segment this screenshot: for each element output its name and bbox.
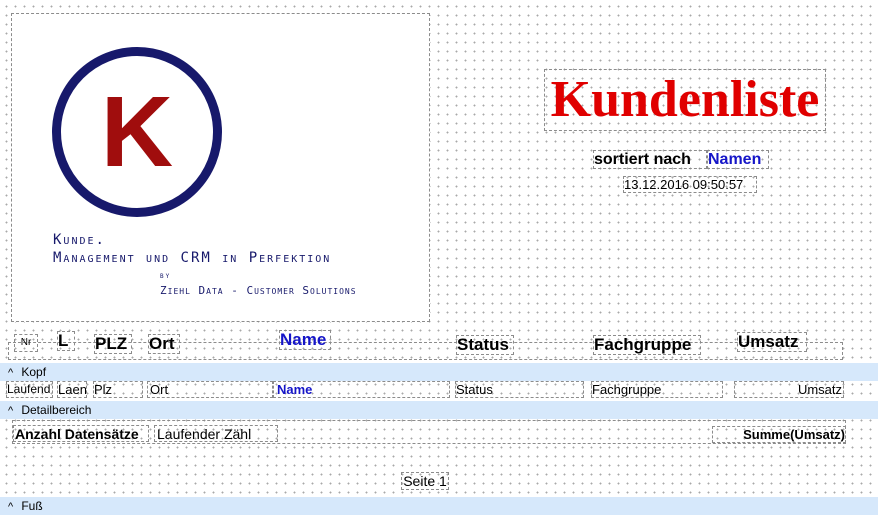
band-detailbereich[interactable]: ^ Detailbereich (0, 401, 878, 419)
report-title[interactable]: Kundenliste (544, 69, 826, 131)
logo-letter: K (100, 76, 174, 188)
band-detailbereich-label: Detailbereich (21, 403, 92, 417)
detail-field-name[interactable]: Name (273, 381, 450, 398)
column-header-name[interactable]: Name (279, 330, 331, 350)
detail-field-laender[interactable]: Laen (57, 381, 87, 398)
column-header-l[interactable]: L (57, 331, 75, 351)
column-header-status[interactable]: Status (456, 335, 514, 355)
footer-counter[interactable]: Laufender Zähl (154, 425, 278, 442)
logo-tagline-1: Kunde. (53, 232, 106, 248)
detail-field-umsatz[interactable]: Umsatz (734, 381, 844, 398)
collapse-caret-icon[interactable]: ^ (8, 498, 18, 516)
band-fuss-label: Fuß (21, 499, 43, 513)
footer-count-label[interactable]: Anzahl Datensätze (13, 425, 149, 442)
column-header-nr[interactable]: Nr (14, 334, 38, 352)
page-number[interactable]: Seite 1 (401, 472, 449, 490)
header-row-frame (8, 342, 843, 360)
column-header-umsatz[interactable]: Umsatz (737, 332, 807, 352)
collapse-caret-icon[interactable]: ^ (8, 402, 18, 420)
band-kopf[interactable]: ^ Kopf (0, 363, 878, 381)
detail-field-plz[interactable]: Plz (93, 381, 143, 398)
band-kopf-label: Kopf (21, 365, 47, 379)
report-datetime[interactable]: 13.12.2016 09:50:57 (623, 176, 757, 193)
column-header-ort[interactable]: Ort (148, 334, 180, 354)
detail-field-laufend[interactable]: Laufend (6, 381, 53, 398)
logo-tagline-2: Management und CRM in Perfektion (53, 250, 332, 266)
detail-field-status[interactable]: Status (455, 381, 584, 398)
logo-tagline-company: Ziehl Data - Customer Solutions (160, 284, 357, 297)
detail-field-fachgruppe[interactable]: Fachgruppe (591, 381, 723, 398)
sort-label[interactable]: sortiert nach (593, 150, 707, 169)
column-header-plz[interactable]: PLZ (94, 334, 132, 354)
collapse-caret-icon[interactable]: ^ (8, 364, 18, 382)
band-fuss[interactable]: ^ Fuß (0, 497, 878, 515)
footer-sum-umsatz[interactable]: Summe(Umsatz) (712, 426, 846, 443)
logo-image-field[interactable]: K Kunde. Management und CRM in Perfektio… (11, 13, 430, 322)
logo-tagline-by: by (160, 271, 172, 281)
column-header-fachgruppe[interactable]: Fachgruppe (593, 335, 701, 355)
sort-value[interactable]: Namen (707, 150, 769, 169)
detail-field-ort[interactable]: Ort (147, 381, 273, 398)
